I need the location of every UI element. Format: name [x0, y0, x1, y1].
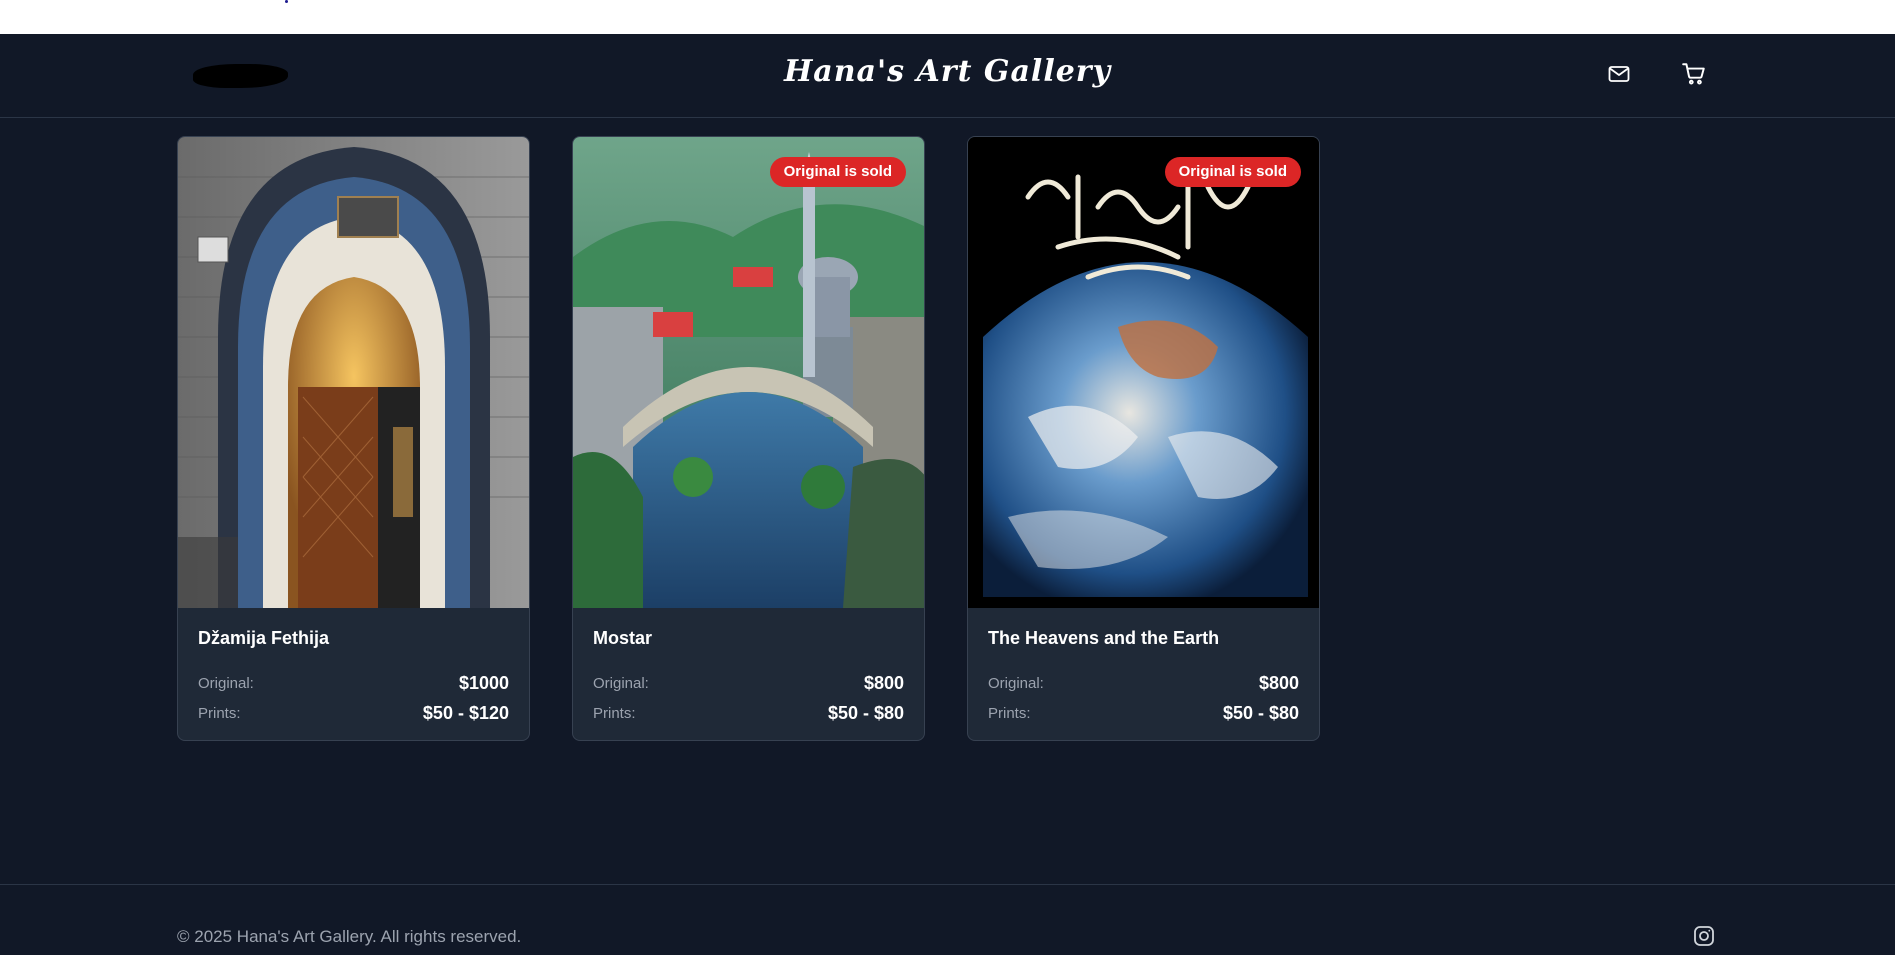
prints-price-row: Prints: $50 - $80	[988, 698, 1299, 728]
original-price: $800	[863, 672, 904, 693]
site-footer: © 2025 Hana's Art Gallery. All rights re…	[0, 884, 1895, 955]
artwork-card[interactable]: Original is sold Mostar Original: $800 P…	[572, 136, 925, 741]
artwork-info: The Heavens and the Earth Original: $800…	[988, 628, 1299, 728]
mail-icon	[1607, 62, 1631, 91]
original-price-row: Original: $800	[988, 668, 1299, 698]
original-price: $1000	[458, 672, 509, 693]
original-label: Original:	[593, 674, 649, 692]
cart-button[interactable]	[1678, 60, 1710, 92]
original-label: Original:	[988, 674, 1044, 692]
artwork-image[interactable]: Original is sold	[968, 137, 1319, 608]
artwork-card[interactable]: Original is sold The Heavens and the Ear…	[967, 136, 1320, 741]
artwork-card[interactable]: Džamija Fethija Original: $1000 Prints: …	[177, 136, 530, 741]
original-price-row: Original: $800	[593, 668, 904, 698]
browser-top-strip	[0, 0, 1895, 34]
instagram-icon	[1692, 924, 1716, 953]
original-price: $800	[1258, 672, 1299, 693]
prints-label: Prints:	[198, 704, 241, 722]
artwork-title: The Heavens and the Earth	[988, 628, 1220, 648]
prints-price-row: Prints: $50 - $120	[198, 698, 509, 728]
prints-label: Prints:	[593, 704, 636, 722]
prints-price: $50 - $80	[1222, 702, 1299, 723]
original-price-row: Original: $1000	[198, 668, 509, 698]
original-label: Original:	[198, 674, 254, 692]
instagram-button[interactable]	[1690, 924, 1718, 952]
artwork-title: Džamija Fethija	[198, 628, 330, 648]
prints-price-row: Prints: $50 - $80	[593, 698, 904, 728]
stray-dot	[285, 0, 288, 3]
artwork-image[interactable]: Original is sold	[573, 137, 924, 608]
prints-label: Prints:	[988, 704, 1031, 722]
artwork-info: Mostar Original: $800 Prints: $50 - $80	[593, 628, 904, 728]
prints-price: $50 - $120	[422, 702, 509, 723]
site-header: Hana's Art Gallery	[0, 34, 1895, 118]
prints-price: $50 - $80	[827, 702, 904, 723]
copyright-text: © 2025 Hana's Art Gallery. All rights re…	[177, 927, 522, 946]
sold-badge: Original is sold	[1164, 157, 1301, 187]
artwork-image[interactable]	[178, 137, 529, 608]
artwork-info: Džamija Fethija Original: $1000 Prints: …	[198, 628, 509, 728]
artwork-title: Mostar	[593, 628, 653, 648]
sold-badge: Original is sold	[769, 157, 906, 187]
mail-button[interactable]	[1603, 60, 1635, 92]
cart-icon	[1681, 61, 1707, 92]
